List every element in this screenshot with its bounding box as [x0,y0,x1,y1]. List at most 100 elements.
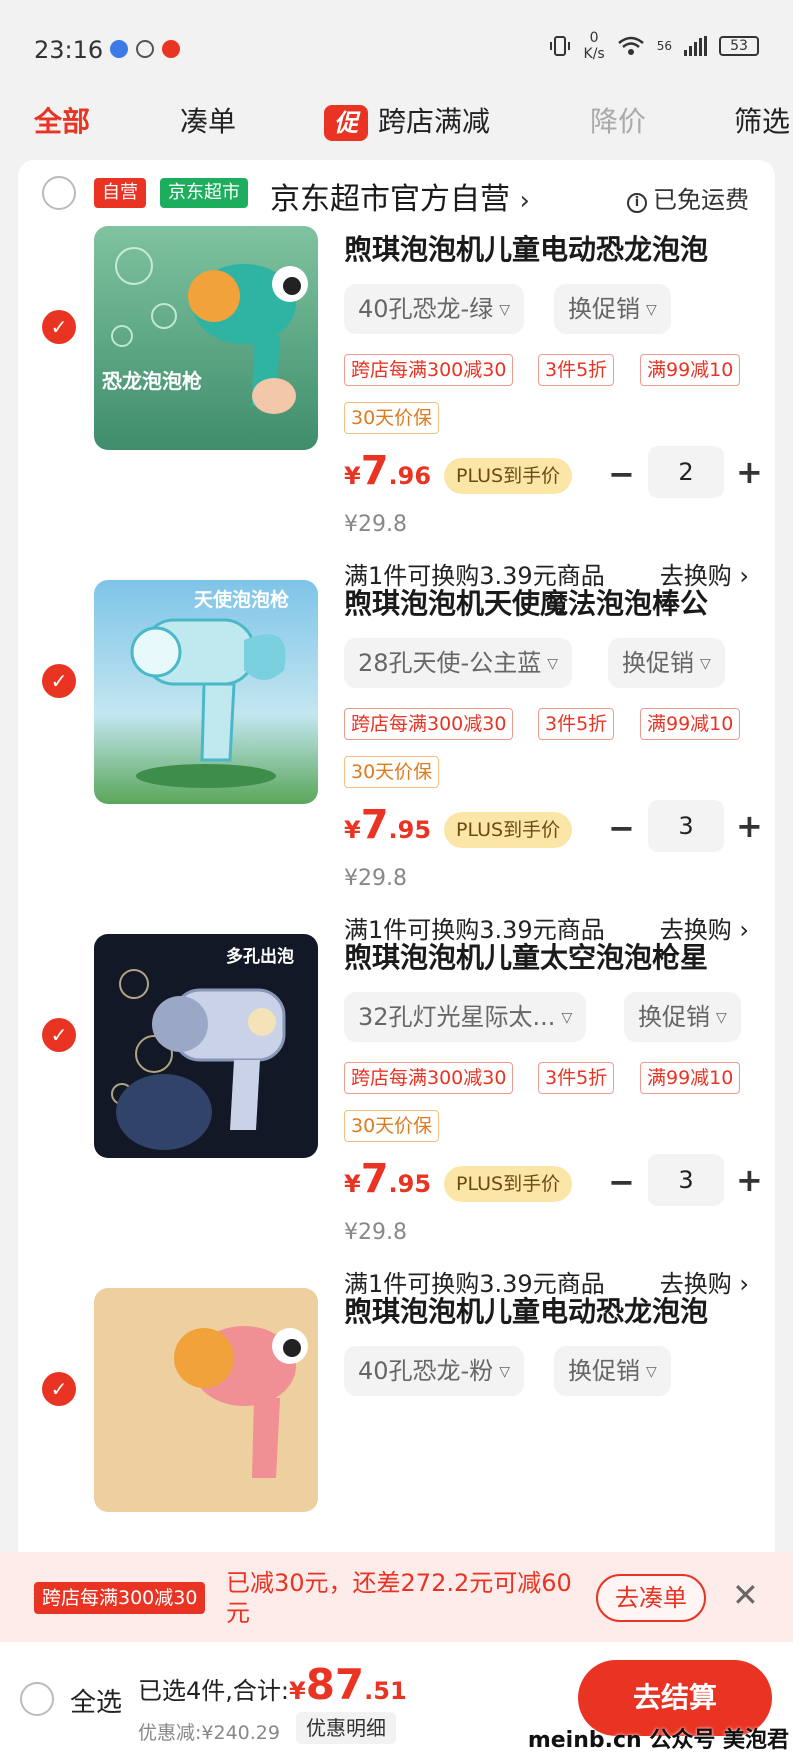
close-icon[interactable]: ✕ [732,1576,759,1614]
chevron-down-icon: ▽ [561,1010,573,1026]
chevron-down-icon: ▽ [499,1364,510,1380]
plus-price-tag: PLUS到手价 [444,1166,573,1202]
tab-cross-store-discount[interactable]: 促跨店满减 [324,100,490,141]
item-checkbox-checked[interactable]: ✓ [42,664,76,698]
spec-select[interactable]: 40孔恐龙-粉 ▽ [344,1346,524,1396]
item-price: ¥7.95 [344,1156,431,1202]
price-integer: 7 [360,448,389,494]
spec-label: 28孔天使-公主蓝 [358,649,542,677]
promo-select[interactable]: 换促销 ▽ [554,284,671,334]
promo-bar-text: 已减30元，还差272.2元可减60元 [226,1569,572,1627]
product-title[interactable]: 煦琪泡泡机儿童电动恐龙泡泡 [344,1290,764,1330]
net-speed-unit: K/s [583,46,605,62]
promo-select-label: 换促销 [568,295,640,323]
status-right: 0 K/s 56 53 [548,30,759,62]
total-decimal: .51 [364,1677,407,1705]
price-guarantee-tag: 30天价保 [344,756,440,788]
item-checkbox-checked[interactable]: ✓ [42,310,76,344]
signal-icon [684,36,707,56]
promo-bar-tag: 跨店每满300减30 [34,1582,206,1614]
checkout-bar: 全选 已选4件,合计:¥87.51 优惠减:¥240.29 优惠明细 去结算 m… [0,1642,793,1754]
product-image[interactable]: 恐龙泡泡枪 [94,226,318,450]
free-shipping[interactable]: i 已免运费 [627,180,749,215]
promo-badge-icon: 促 [324,105,368,141]
item-checkbox-checked[interactable]: ✓ [42,1372,76,1406]
vibrate-icon [549,36,570,56]
tab-price-drop[interactable]: 降价 [590,100,646,140]
price-currency: ¥ [344,462,361,490]
chevron-down-icon: ▽ [646,302,657,318]
net-speed: 0 K/s [584,30,605,62]
store-select-radio[interactable] [42,176,76,210]
product-image[interactable]: 多孔出泡 [94,934,318,1158]
qty-input[interactable]: 2 [648,446,724,498]
qty-minus-button[interactable]: − [608,458,635,490]
store-name-link[interactable]: 京东超市官方自营 › [270,174,530,218]
qty-plus-button[interactable]: + [736,456,763,488]
spec-label: 40孔恐龙-绿 [358,295,494,323]
price-guarantee-tag: 30天价保 [344,402,440,434]
spec-label: 40孔恐龙-粉 [358,1357,494,1385]
qty-plus-button[interactable]: + [736,810,763,842]
spec-select[interactable]: 40孔恐龙-绿 ▽ [344,284,524,334]
product-image[interactable]: 天使泡泡枪 [94,580,318,804]
total-integer: 87 [305,1660,365,1709]
price-integer: 7 [360,1156,389,1202]
promo-select-label: 换促销 [622,649,694,677]
price-currency: ¥ [344,1170,361,1198]
qty-minus-button[interactable]: − [608,1166,635,1198]
total-currency: ¥ [288,1677,306,1705]
item-price: ¥7.96 [344,448,431,494]
add-items-button[interactable]: 去凑单 [596,1574,706,1622]
price-guarantee-tag: 30天价保 [344,1110,440,1142]
wifi-icon [617,36,644,55]
tab-bundle[interactable]: 凑单 [180,100,236,140]
price-decimal: .96 [388,462,432,490]
free-shipping-label: 已免运费 [653,186,749,214]
item-checkbox-checked[interactable]: ✓ [42,1018,76,1052]
chevron-down-icon: ▽ [700,656,711,672]
promo-tag: 3件5折 [538,1062,615,1094]
cart-item: ✓ 煦琪泡泡机儿童电动恐龙泡泡 40孔恐龙-粉 ▽ 换促销 ▽ [18,1288,775,1552]
tab-cross-store-label: 跨店满减 [378,105,491,138]
store-name: 京东超市官方自营 [270,182,510,217]
promo-tag: 3件5折 [538,354,615,386]
product-image-caption: 天使泡泡枪 [194,588,289,611]
product-title[interactable]: 煦琪泡泡机天使魔法泡泡棒公 [344,582,764,622]
original-price: ¥29.8 [344,866,407,891]
qty-input[interactable]: 3 [648,1154,724,1206]
original-price: ¥29.8 [344,512,407,537]
summary-prefix: 已选4件,合计: [138,1677,289,1705]
store-card: 自营 京东超市 京东超市官方自营 › i 已免运费 ✓ 恐龙泡泡枪 煦琪泡泡机儿童… [18,160,775,1754]
qty-input[interactable]: 3 [648,800,724,852]
order-summary: 已选4件,合计:¥87.51 [138,1660,407,1709]
promo-select[interactable]: 换促销 ▽ [554,1346,671,1396]
filter-tabs: 全部 凑单 促跨店满减 降价 筛选 [0,80,793,158]
promo-select[interactable]: 换促销 ▽ [624,992,741,1042]
spec-select[interactable]: 28孔天使-公主蓝 ▽ [344,638,572,688]
qty-plus-button[interactable]: + [736,1164,763,1196]
select-all-label[interactable]: 全选 [70,1682,122,1719]
hand-notification-icon [136,40,154,58]
tab-all[interactable]: 全部 [34,100,90,140]
app-notification-icon [110,40,128,58]
price-currency: ¥ [344,816,361,844]
promo-tag: 满99减10 [640,354,741,386]
chevron-down-icon: ▽ [716,1010,727,1026]
cart-item: ✓ 天使泡泡枪 煦琪泡泡机天使魔法泡泡棒公 28孔天使-公主蓝 ▽ 换促销 ▽ 跨店… [18,580,775,976]
select-all-radio[interactable] [20,1682,54,1716]
discount-detail-button[interactable]: 优惠明细 [296,1712,396,1744]
promo-tag: 跨店每满300减30 [344,354,514,386]
status-bar: 23:16 0 K/s 56 53 [0,0,793,80]
promo-select[interactable]: 换促销 ▽ [608,638,725,688]
info-icon: i [627,193,647,213]
product-image[interactable] [94,1288,318,1512]
qty-minus-button[interactable]: − [608,812,635,844]
cross-store-promo-bar: 跨店每满300减30 已减30元，还差272.2元可减60元 去凑单 ✕ [0,1552,793,1642]
product-title[interactable]: 煦琪泡泡机儿童电动恐龙泡泡 [344,228,764,268]
tab-filter[interactable]: 筛选 [734,100,790,140]
product-title[interactable]: 煦琪泡泡机儿童太空泡泡枪星 [344,936,764,976]
spec-select[interactable]: 32孔灯光星际太... ▽ [344,992,587,1042]
price-decimal: .95 [388,816,432,844]
chevron-right-icon: › [519,186,530,216]
